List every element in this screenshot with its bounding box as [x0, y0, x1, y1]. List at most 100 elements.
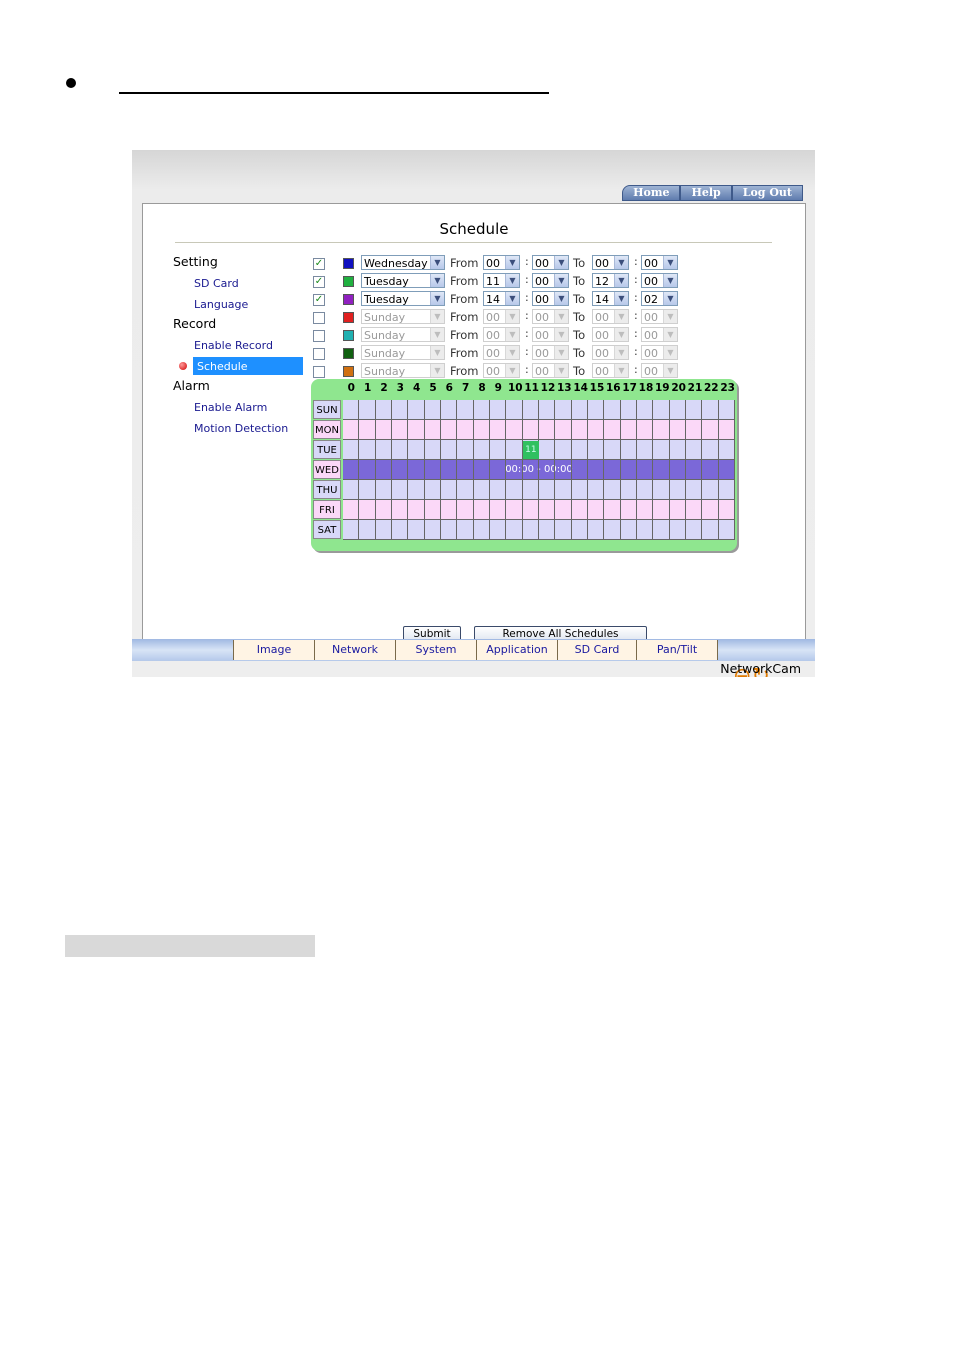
tab-pan-tilt[interactable]: Pan/Tilt: [636, 640, 718, 660]
grid-cell[interactable]: [653, 520, 670, 540]
grid-cell[interactable]: [376, 460, 392, 480]
grid-cell[interactable]: [718, 420, 735, 440]
grid-cell[interactable]: [490, 520, 507, 540]
grid-cell[interactable]: [457, 400, 474, 420]
grid-cell[interactable]: [718, 500, 735, 520]
tab-network[interactable]: Network: [314, 640, 396, 660]
grid-cell[interactable]: [555, 420, 572, 440]
chevron-down-icon[interactable]: ▼: [663, 328, 677, 341]
menu-item-motion-detection[interactable]: Motion Detection: [194, 422, 288, 435]
grid-cell[interactable]: [669, 520, 686, 540]
from-hour-select[interactable]: 00 ▼: [483, 309, 520, 324]
grid-cell[interactable]: [555, 440, 572, 460]
grid-cell[interactable]: [359, 400, 376, 420]
menu-item-schedule[interactable]: Schedule: [197, 360, 248, 373]
chevron-down-icon[interactable]: ▼: [663, 292, 677, 305]
grid-cell[interactable]: [441, 480, 458, 500]
grid-cell[interactable]: [490, 440, 507, 460]
grid-cell[interactable]: [343, 440, 360, 460]
grid-cell[interactable]: [669, 420, 686, 440]
schedule-checkbox[interactable]: [313, 330, 325, 342]
grid-cell[interactable]: [375, 500, 392, 520]
grid-cell[interactable]: [620, 440, 637, 460]
grid-cell[interactable]: [571, 440, 588, 460]
grid-cell[interactable]: [424, 440, 441, 460]
chevron-down-icon[interactable]: ▼: [505, 328, 519, 341]
chevron-down-icon[interactable]: ▼: [554, 274, 568, 287]
grid-cell[interactable]: [523, 460, 539, 480]
grid-cell[interactable]: [408, 460, 425, 480]
grid-cell[interactable]: [424, 500, 441, 520]
grid-cell[interactable]: [653, 400, 670, 420]
grid-cell[interactable]: [343, 480, 360, 500]
schedule-checkbox[interactable]: [313, 348, 325, 360]
chevron-down-icon[interactable]: ▼: [663, 256, 677, 269]
to-minute-select[interactable]: 00 ▼: [641, 255, 678, 270]
grid-cell[interactable]: [441, 520, 458, 540]
grid-cell[interactable]: [702, 480, 719, 500]
grid-cell[interactable]: [506, 500, 523, 520]
to-hour-select[interactable]: 00 ▼: [592, 327, 629, 342]
grid-cell[interactable]: [571, 520, 588, 540]
grid-cell[interactable]: [457, 500, 474, 520]
to-hour-select[interactable]: 00 ▼: [592, 345, 629, 360]
grid-cell[interactable]: [490, 480, 507, 500]
grid-cell[interactable]: [571, 480, 588, 500]
to-minute-select[interactable]: 00 ▼: [641, 345, 678, 360]
grid-cell[interactable]: [718, 520, 735, 540]
grid-cell[interactable]: [620, 420, 637, 440]
grid-cell[interactable]: [392, 500, 409, 520]
to-hour-select[interactable]: 12 ▼: [592, 273, 629, 288]
grid-cell[interactable]: [555, 400, 572, 420]
grid-cell[interactable]: [686, 440, 703, 460]
grid-cell[interactable]: [653, 480, 670, 500]
chevron-down-icon[interactable]: ▼: [614, 256, 628, 269]
menu-item-sd-card[interactable]: SD Card: [194, 277, 239, 290]
chevron-down-icon[interactable]: ▼: [505, 364, 519, 377]
grid-cell[interactable]: [490, 420, 507, 440]
grid-cell[interactable]: [424, 420, 441, 440]
grid-cell[interactable]: [604, 460, 621, 480]
home-button[interactable]: Home: [622, 185, 681, 201]
grid-cell[interactable]: [457, 420, 474, 440]
from-minute-select[interactable]: 00 ▼: [532, 291, 569, 306]
chevron-down-icon[interactable]: ▼: [430, 328, 444, 341]
grid-cell[interactable]: [588, 500, 605, 520]
chevron-down-icon[interactable]: ▼: [663, 274, 677, 287]
grid-cell[interactable]: [637, 500, 654, 520]
schedule-checkbox[interactable]: [313, 366, 325, 378]
grid-cell[interactable]: [620, 500, 637, 520]
grid-cell[interactable]: [343, 520, 360, 540]
grid-cell[interactable]: [620, 480, 637, 500]
grid-cell[interactable]: [620, 400, 637, 420]
to-minute-select[interactable]: 00 ▼: [641, 273, 678, 288]
chevron-down-icon[interactable]: ▼: [430, 310, 444, 323]
grid-cell[interactable]: [424, 400, 441, 420]
grid-cell[interactable]: [621, 460, 637, 480]
grid-cell[interactable]: [653, 500, 670, 520]
grid-cell[interactable]: [604, 500, 621, 520]
grid-cell[interactable]: [343, 420, 360, 440]
chevron-down-icon[interactable]: ▼: [614, 274, 628, 287]
grid-cell[interactable]: [375, 480, 392, 500]
tab-sd-card[interactable]: SD Card: [557, 640, 637, 660]
chevron-down-icon[interactable]: ▼: [430, 274, 444, 287]
grid-cell[interactable]: [392, 520, 409, 540]
grid-cell[interactable]: [686, 400, 703, 420]
day-select[interactable]: Tuesday ▼: [361, 273, 445, 288]
grid-cell[interactable]: [539, 400, 556, 420]
chevron-down-icon[interactable]: ▼: [505, 310, 519, 323]
from-hour-select[interactable]: 00 ▼: [483, 255, 520, 270]
grid-cell[interactable]: [686, 520, 703, 540]
grid-cell[interactable]: [686, 460, 703, 480]
grid-cell[interactable]: [408, 400, 425, 420]
grid-cell[interactable]: [359, 480, 376, 500]
tab-system[interactable]: System: [395, 640, 477, 660]
grid-cell[interactable]: [441, 400, 458, 420]
grid-cell[interactable]: [506, 420, 523, 440]
chevron-down-icon[interactable]: ▼: [663, 310, 677, 323]
grid-cell[interactable]: [522, 400, 539, 420]
grid-cell[interactable]: [620, 520, 637, 540]
grid-cell[interactable]: [506, 440, 523, 460]
from-hour-select[interactable]: 11 ▼: [483, 273, 520, 288]
